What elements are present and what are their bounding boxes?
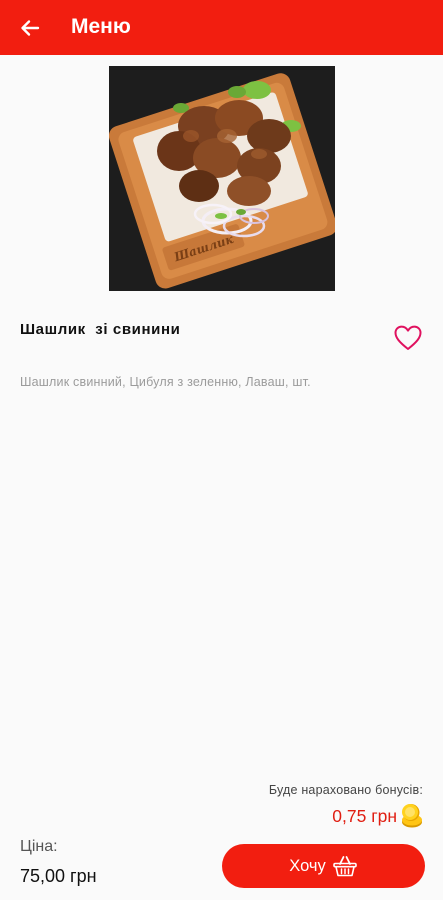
app-bar: Меню	[0, 0, 443, 55]
price-value: 75,00 грн	[20, 866, 97, 886]
product-image: Шашлик	[109, 66, 335, 291]
page-title: Меню	[71, 15, 131, 38]
want-button[interactable]: Хочу	[222, 844, 425, 888]
back-button[interactable]	[14, 12, 46, 44]
bonus-value: 0,75 грн	[332, 805, 397, 826]
product-name: Шашлик зі свинини	[20, 321, 181, 338]
bonus-amount: 0,75 грн	[332, 803, 425, 829]
heart-outline-icon	[394, 325, 422, 350]
favorite-button[interactable]	[393, 324, 423, 352]
coin-icon	[402, 804, 422, 828]
price-label: Ціна:	[20, 838, 58, 855]
want-button-label: Хочу	[289, 856, 326, 875]
product-description: Шашлик свинний, Цибуля з зеленню, Лаваш,…	[20, 375, 311, 389]
arrow-left-icon	[21, 20, 40, 36]
basket-icon	[332, 856, 357, 877]
bonus-label: Буде нараховано бонусів:	[268, 783, 423, 797]
